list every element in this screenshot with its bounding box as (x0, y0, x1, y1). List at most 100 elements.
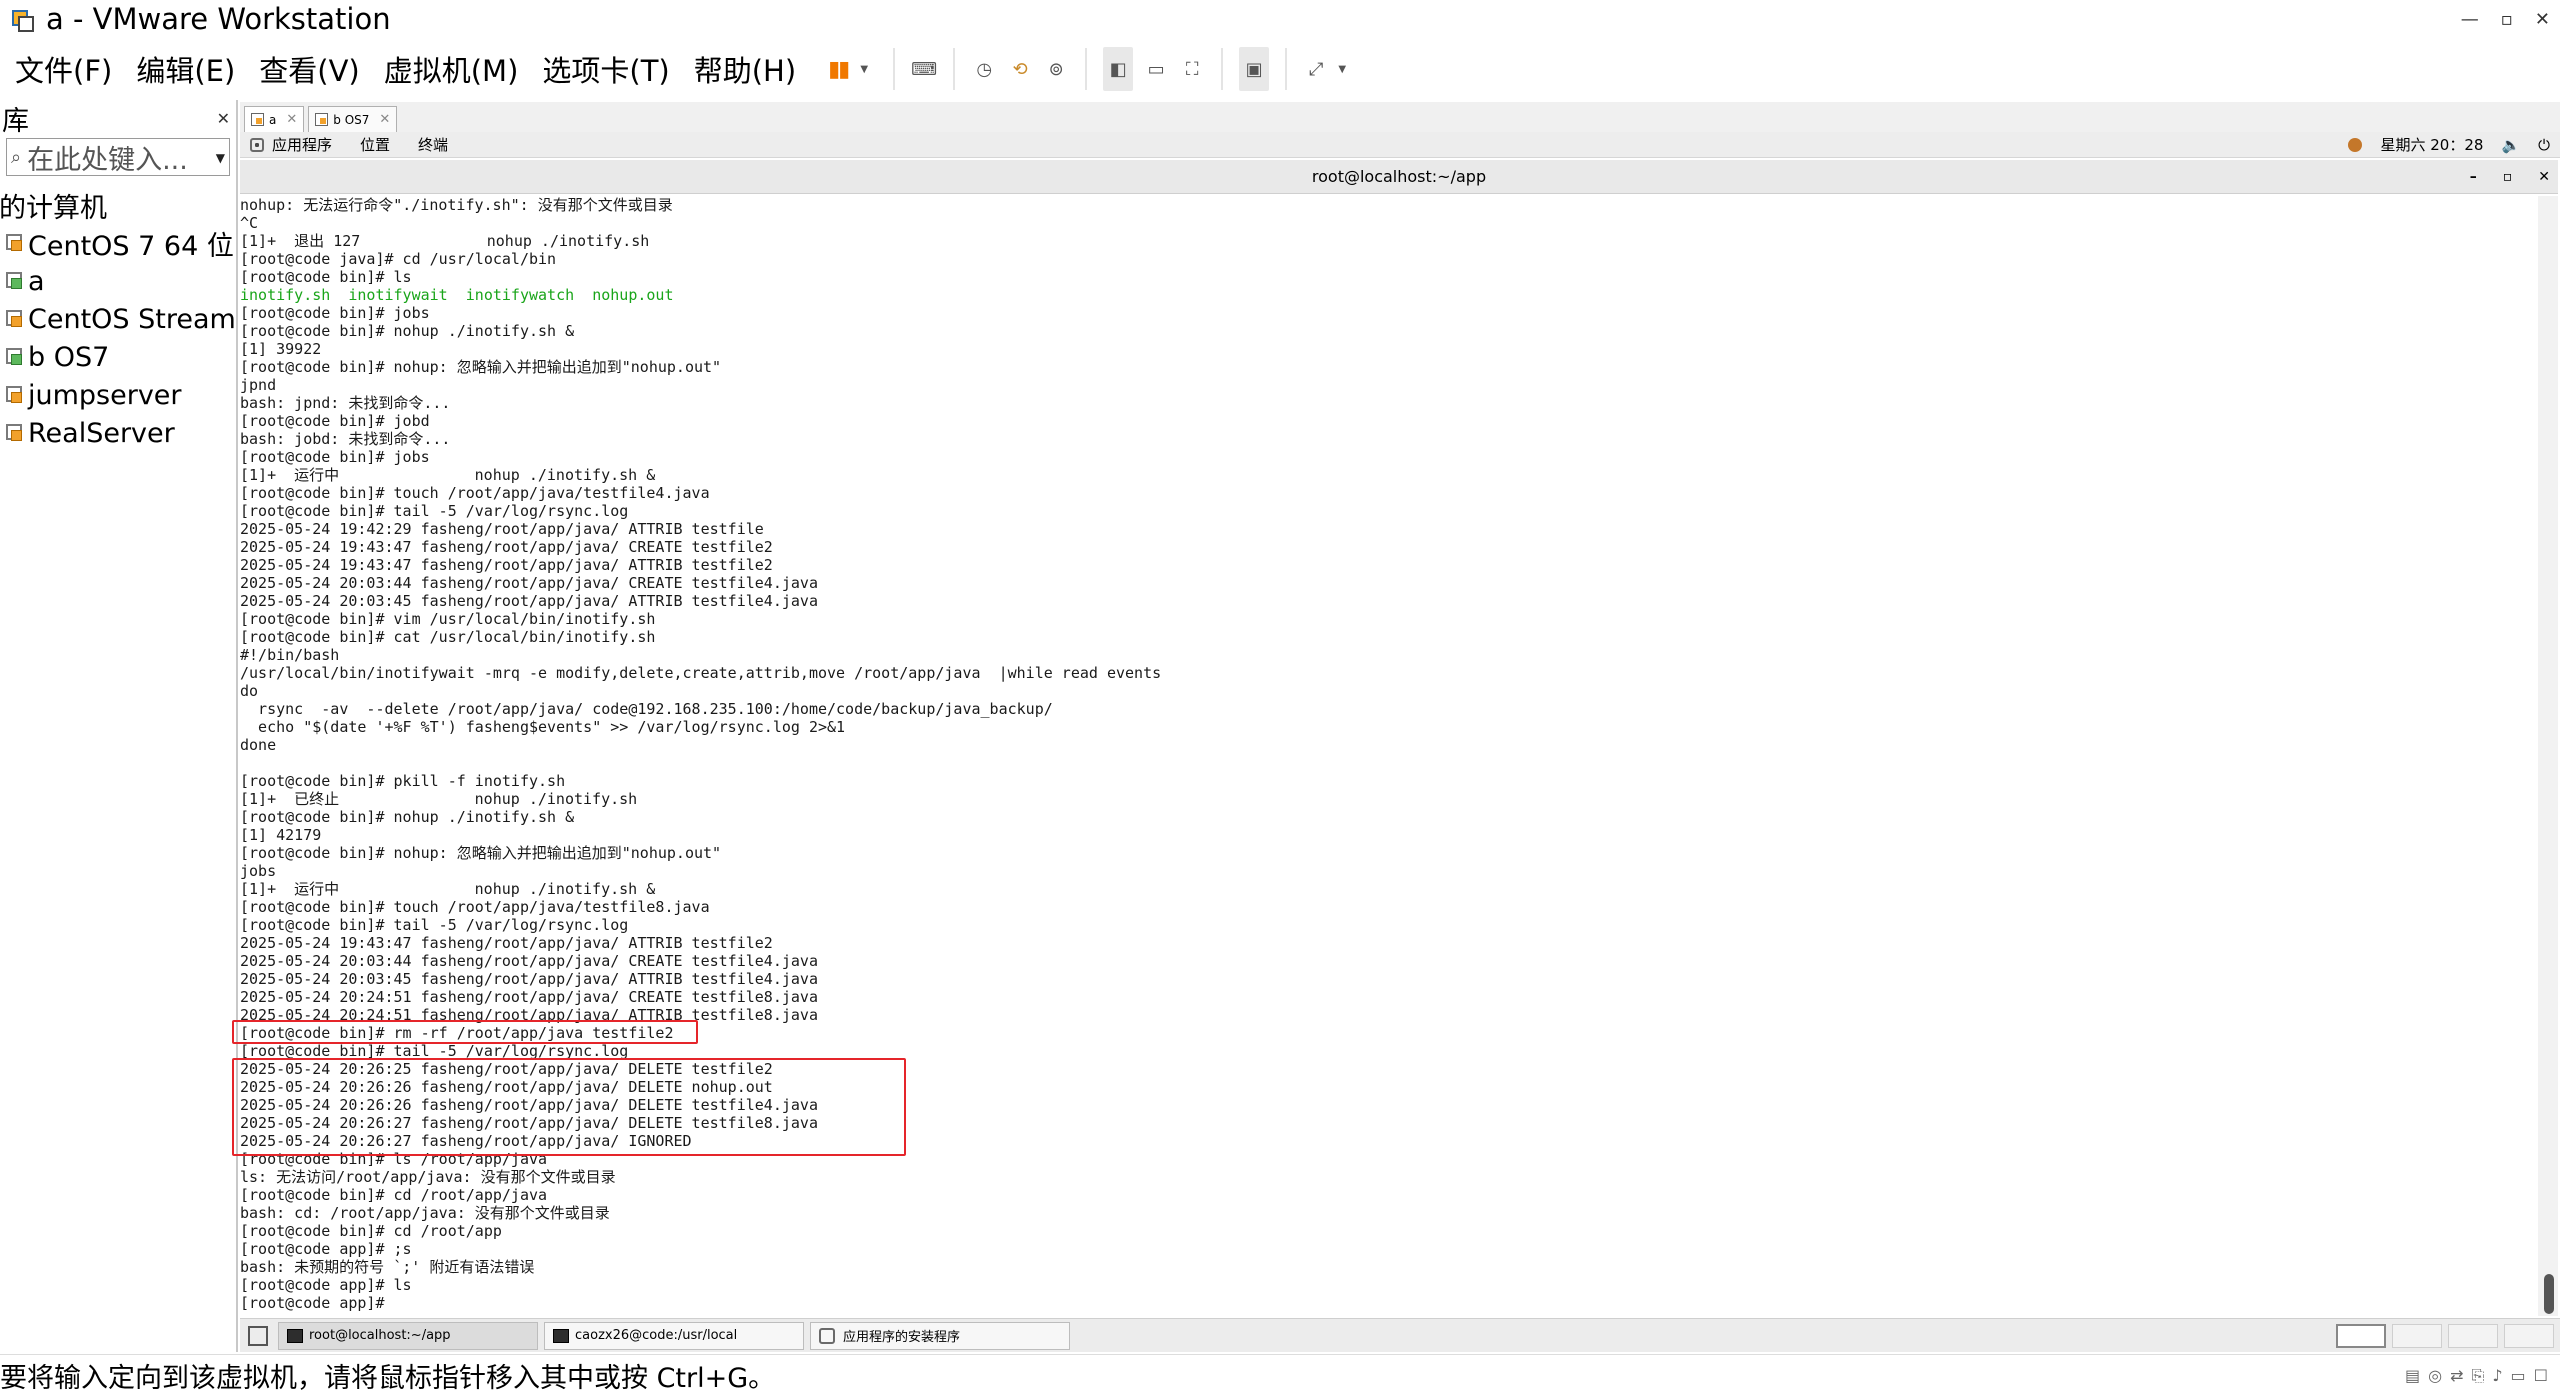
workspace-4[interactable] (2504, 1323, 2554, 1348)
vmware-app-icon (10, 8, 34, 32)
show-library-icon[interactable]: ◧ (1103, 47, 1134, 91)
terminal-line: bash: jpnd: 未找到命令... (240, 394, 451, 412)
power-icon[interactable]: ⏻ (2538, 136, 2550, 154)
stretch-dropdown-icon[interactable]: ▼ (1329, 56, 1355, 82)
terminal-line: [root@code bin]# tail -5 /var/log/rsync.… (240, 916, 629, 934)
cd-rom-icon[interactable]: ◎ (2428, 1366, 2442, 1386)
tab-vm-a[interactable]: a ✕ (244, 106, 305, 132)
display-icon[interactable]: ▭ (2511, 1366, 2526, 1386)
taskbar-item-label: 应用程序的安装程序 (843, 1330, 961, 1345)
terminal-line: inotify.sh inotifywait inotifywatch nohu… (240, 286, 674, 304)
guest-menu-applications[interactable]: 应用程序 (272, 134, 332, 155)
terminal-line: [root@code bin]# tail -5 /var/log/rsync.… (240, 1042, 629, 1060)
terminal-line: 2025-05-24 20:26:27 fasheng/root/app/jav… (240, 1114, 818, 1132)
network-adapter-icon[interactable]: ⇄ (2450, 1366, 2463, 1386)
guest-clock[interactable]: 星期六 20：28 (2380, 134, 2483, 155)
vm-label: RealServer (28, 417, 175, 449)
chevron-down-icon[interactable]: ▼ (216, 151, 225, 165)
workspace-switcher (2336, 1323, 2554, 1348)
thumbnail-bar-icon[interactable]: ▭ (1143, 56, 1169, 82)
installer-icon (819, 1327, 835, 1344)
library-close-icon[interactable]: ✕ (217, 109, 230, 128)
terminal-line: bash: cd: /root/app/java: 没有那个文件或目录 (240, 1204, 610, 1222)
terminal-output[interactable]: nohup: 无法运行命令"./inotify.sh": 没有那个文件或目录 ^C… (240, 196, 2538, 1316)
terminal-title: root@localhost:~/app (1311, 167, 1487, 186)
terminal-line: [root@code bin]# jobd (240, 412, 430, 430)
terminal-scrollbar[interactable] (2538, 196, 2558, 1316)
stretch-icon[interactable]: ⤢ (1303, 56, 1329, 82)
menu-edit[interactable]: 编辑(E) (127, 48, 244, 90)
full-screen-icon[interactable]: ⛶ (1179, 56, 1205, 82)
tree-item-vm[interactable]: RealServer (0, 414, 236, 452)
sound-card-icon[interactable]: ♪ (2492, 1366, 2502, 1386)
taskbar-item-terminal-code[interactable]: caozx26@code:/usr/local (544, 1321, 804, 1350)
terminal-line: 2025-05-24 20:03:45 fasheng/root/app/jav… (240, 970, 818, 988)
minimize-button[interactable]: — (2461, 9, 2479, 30)
window-title: a - VMware Workstation (46, 2, 391, 36)
snapshot-manager-icon[interactable]: ⊚ (1043, 56, 1069, 82)
message-log-icon[interactable]: ☐ (2534, 1366, 2548, 1386)
close-tab-icon[interactable]: ✕ (379, 112, 390, 127)
workspace-3[interactable] (2448, 1323, 2498, 1348)
terminal-icon (287, 1328, 303, 1343)
menu-vm[interactable]: 虚拟机(M) (375, 48, 528, 90)
vm-label: CentOS 7 64 位 (28, 230, 234, 262)
menu-view[interactable]: 查看(V) (250, 48, 368, 90)
tree-item-vm[interactable]: CentOS Stream (0, 300, 236, 338)
console-view-icon[interactable]: ▣ (1239, 47, 1270, 91)
terminal-line: [root@code bin]# ls /root/app/java (240, 1150, 548, 1168)
terminal-line: [root@code bin]# rm -rf /root/app/java t… (240, 1024, 674, 1042)
tab-label: b OS7 (333, 112, 370, 127)
hard-disk-icon[interactable]: ▤ (2405, 1366, 2420, 1386)
snapshot-icon[interactable]: ◷ (971, 56, 997, 82)
terminal-line: [root@code bin]# nohup: 忽略输入并把输出追加到"nohu… (240, 844, 722, 862)
terminal-maximize-button[interactable]: ▫ (2503, 169, 2513, 185)
menu-file[interactable]: 文件(F) (6, 48, 121, 90)
menu-help[interactable]: 帮助(H) (685, 48, 805, 90)
tree-item-vm[interactable]: a (0, 262, 236, 300)
usb-icon[interactable]: ⎘ (2472, 1366, 2485, 1386)
guest-menu-terminal[interactable]: 终端 (418, 134, 448, 155)
library-search-placeholder: 在此处键入... (27, 144, 188, 176)
terminal-close-button[interactable]: ✕ (2538, 169, 2550, 185)
taskbar-item-terminal-localhost[interactable]: root@localhost:~/app (278, 1321, 538, 1350)
user-avatar-icon[interactable] (2348, 137, 2363, 152)
scrollbar-thumb[interactable] (2544, 1274, 2554, 1314)
terminal-line: 2025-05-24 20:24:51 fasheng/root/app/jav… (240, 988, 818, 1006)
guest-top-panel: 应用程序 位置 终端 星期六 20：28 🔈 ⏻ (240, 132, 2560, 158)
close-tab-icon[interactable]: ✕ (286, 112, 297, 127)
pause-dropdown-icon[interactable]: ▼ (851, 56, 877, 82)
terminal-line: [root@code bin]# ls (240, 268, 412, 286)
terminal-line: 2025-05-24 20:24:51 fasheng/root/app/jav… (240, 1006, 818, 1024)
terminal-line: 2025-05-24 19:43:47 fasheng/root/app/jav… (240, 556, 773, 574)
terminal-line: [root@code app]# (240, 1294, 394, 1312)
revert-snapshot-icon[interactable]: ⟲ (1007, 56, 1033, 82)
terminal-line: 2025-05-24 20:26:27 fasheng/root/app/jav… (240, 1132, 692, 1150)
search-icon: ⌕ (11, 146, 22, 168)
send-ctrl-alt-del-icon[interactable]: ⌨ (911, 56, 937, 82)
taskbar-item-app-installer[interactable]: 应用程序的安装程序 (810, 1321, 1070, 1350)
guest-menu-places[interactable]: 位置 (360, 134, 390, 155)
terminal-line: [root@code bin]# touch /root/app/java/te… (240, 898, 710, 916)
close-button[interactable]: ✕ (2535, 9, 2550, 30)
vm-label: a (28, 265, 45, 297)
tree-item-vm[interactable]: CentOS 7 64 位 (0, 224, 236, 262)
tree-root-my-computer[interactable]: 我的计算机 (0, 186, 236, 224)
terminal-minimize-button[interactable]: – (2470, 169, 2477, 185)
menu-tabs[interactable]: 选项卡(T) (533, 48, 678, 90)
show-desktop-icon[interactable] (248, 1325, 268, 1346)
tree-item-vm[interactable]: jumpserver (0, 376, 236, 414)
workspace-1[interactable] (2336, 1323, 2386, 1348)
status-message: 要将输入定向到该虚拟机，请将鼠标指针移入其中或按 Ctrl+G。 (0, 1363, 776, 1394)
library-search-input[interactable]: ⌕ 在此处键入... ▼ (6, 138, 230, 176)
window-controls: — ▫ ✕ (2461, 0, 2550, 38)
terminal-line: [root@code bin]# touch /root/app/java/te… (240, 484, 710, 502)
pause-icon[interactable]: ▮▮ (825, 56, 851, 82)
workspace-2[interactable] (2392, 1323, 2442, 1348)
volume-icon[interactable]: 🔈 (2501, 136, 2520, 154)
maximize-button[interactable]: ▫ (2501, 9, 2513, 30)
tree-item-vm[interactable]: b OS7 (0, 338, 236, 376)
library-tree: 我的计算机 CentOS 7 64 位 a CentOS Stream b OS… (0, 186, 236, 452)
tab-vm-b-os7[interactable]: b OS7 ✕ (308, 106, 398, 132)
terminal-line: nohup: 无法运行命令"./inotify.sh": 没有那个文件或目录 (240, 196, 673, 214)
